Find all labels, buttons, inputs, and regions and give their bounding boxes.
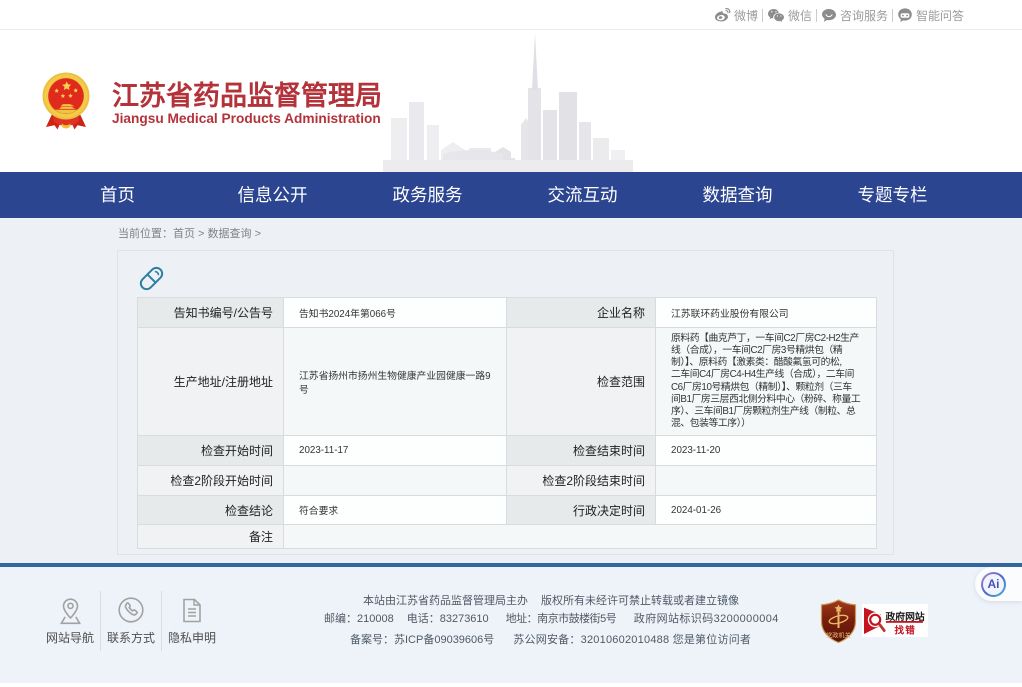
svg-text:找错: 找错 [895, 624, 916, 636]
svg-text:党政机关: 党政机关 [826, 632, 851, 640]
